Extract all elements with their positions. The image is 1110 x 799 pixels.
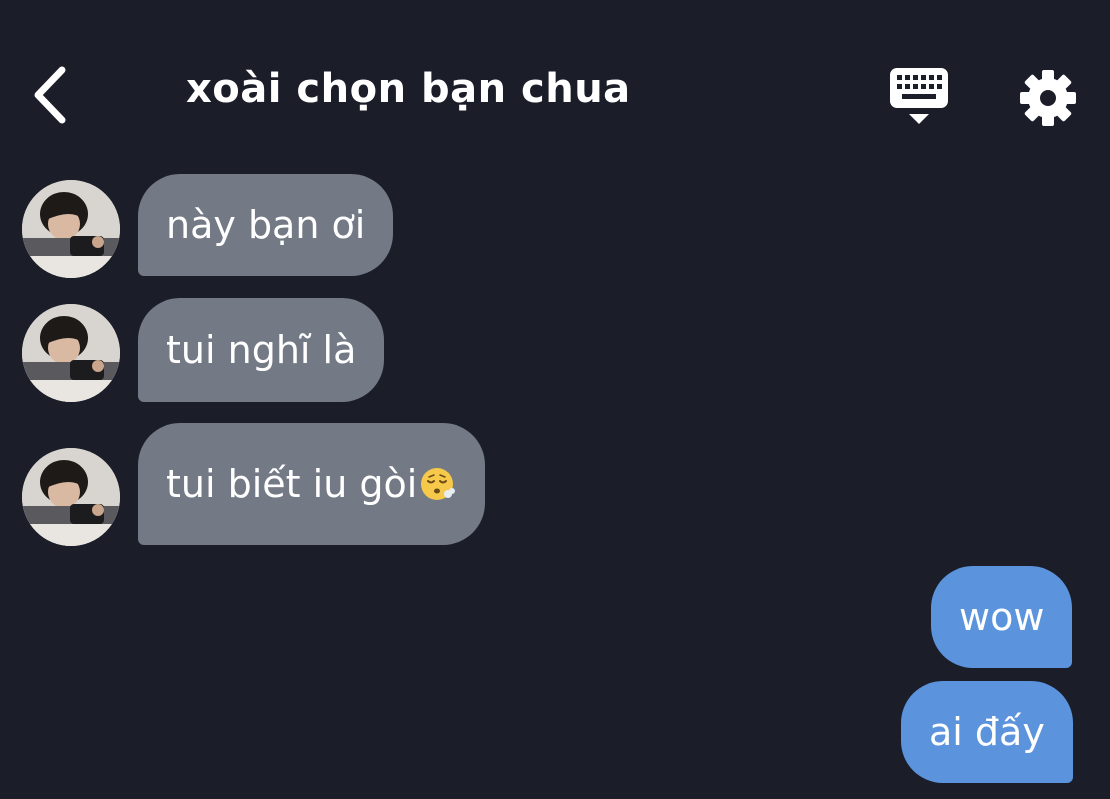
face-exhaling-emoji xyxy=(421,468,456,500)
message-text: tui biết iu gòi xyxy=(166,462,418,506)
message-text: wow xyxy=(959,595,1045,639)
chevron-left-icon xyxy=(34,66,66,124)
message-bubble-incoming[interactable]: tui biết iu gòi xyxy=(138,423,486,545)
avatar-image xyxy=(22,304,120,402)
back-button[interactable] xyxy=(28,62,76,128)
contact-avatar[interactable] xyxy=(22,304,120,402)
avatar-image xyxy=(22,180,120,278)
chat-title: xoài chọn bạn chua xyxy=(186,66,631,112)
message-text: ai đấy xyxy=(929,710,1045,754)
contact-avatar[interactable] xyxy=(22,448,120,546)
chat-header: xoài chọn bạn chua xyxy=(0,0,1110,170)
contact-avatar[interactable] xyxy=(22,180,120,278)
message-bubble-outgoing[interactable]: wow xyxy=(931,566,1073,668)
message-bubble-outgoing[interactable]: ai đấy xyxy=(901,681,1073,783)
gear-icon xyxy=(1020,70,1076,126)
keyboard-icon xyxy=(890,68,948,124)
message-text: này bạn ơi xyxy=(166,203,366,247)
avatar-image xyxy=(22,448,120,546)
message-bubble-incoming[interactable]: tui nghĩ là xyxy=(138,298,385,402)
settings-button[interactable] xyxy=(1018,68,1078,128)
message-text: tui nghĩ là xyxy=(166,328,357,372)
message-bubble-incoming[interactable]: này bạn ơi xyxy=(138,174,394,276)
keyboard-button[interactable] xyxy=(888,64,950,126)
